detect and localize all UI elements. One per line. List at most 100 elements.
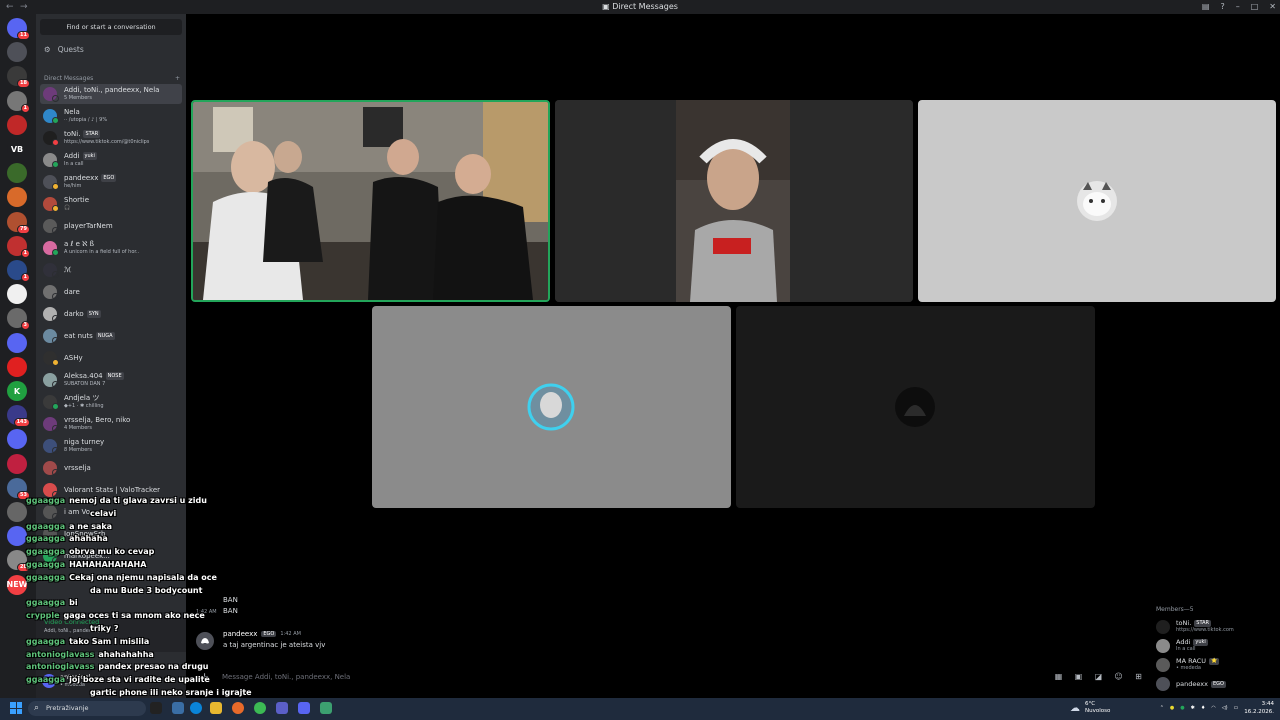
- server-icon[interactable]: [7, 526, 27, 547]
- dm-item[interactable]: darko SYN: [40, 304, 182, 324]
- dm-name: vrsselja: [64, 464, 91, 472]
- server-icon[interactable]: 3: [7, 308, 30, 331]
- server-icon[interactable]: [7, 284, 27, 305]
- server-icon[interactable]: [7, 114, 27, 135]
- maximize-icon[interactable]: □: [1251, 0, 1259, 14]
- apps-icon[interactable]: ⊞: [1133, 671, 1144, 682]
- member-item[interactable]: Addi yuki In a call: [1156, 637, 1280, 655]
- tray-app-icon[interactable]: ●: [1170, 705, 1174, 711]
- quests-nav-item[interactable]: ⚙ Quests: [44, 45, 84, 54]
- server-icon[interactable]: 11: [7, 18, 30, 40]
- edge-browser-icon[interactable]: [190, 702, 202, 714]
- inbox-icon[interactable]: ▤: [1202, 0, 1210, 14]
- quests-label: Quests: [57, 45, 84, 54]
- tray-chevron-icon[interactable]: ⌃: [1160, 705, 1164, 711]
- dm-item[interactable]: pandeexx EGO he/him: [40, 172, 182, 192]
- dm-item[interactable]: Shortie 🎧: [40, 194, 182, 214]
- server-icon[interactable]: NEW: [7, 574, 28, 595]
- member-status: • mededa: [1176, 665, 1201, 671]
- server-icon[interactable]: 1: [7, 260, 30, 282]
- member-item[interactable]: pandeexx EGO: [1156, 675, 1280, 693]
- dm-item[interactable]: toNi. STAR https://www.tiktok.com/@t0nicli…: [40, 128, 182, 148]
- video-tile-avatar-ring[interactable]: [372, 306, 731, 508]
- server-icon[interactable]: 18: [7, 66, 30, 89]
- window-title: ▣ Direct Messages: [602, 2, 678, 11]
- server-icon[interactable]: 79: [7, 211, 30, 234]
- dm-item[interactable]: Andjela ツ ◆+1 · ✱ chilling: [40, 392, 182, 412]
- server-icon[interactable]: 143: [7, 405, 30, 428]
- wifi-icon[interactable]: ◠: [1211, 705, 1215, 711]
- server-icon[interactable]: [7, 42, 27, 63]
- video-tile-webcam[interactable]: [555, 100, 913, 302]
- volume-icon[interactable]: ◁): [1222, 705, 1228, 711]
- dm-item[interactable]: eat nuts NUGA: [40, 326, 182, 346]
- overlay-chat-line: ggaagga a ne saka: [26, 522, 112, 531]
- dm-item[interactable]: ℳ: [40, 260, 182, 280]
- chrome-icon[interactable]: [254, 702, 266, 714]
- server-icon[interactable]: [7, 502, 27, 522]
- server-icon[interactable]: [7, 453, 27, 474]
- overlay-text: tako Sam I mislila: [69, 636, 150, 646]
- overlay-chat-line: crypple gaga oces ti sa mnom ako nece: [26, 611, 205, 620]
- teams-icon[interactable]: [276, 702, 288, 714]
- dm-item[interactable]: playerTarNem: [40, 216, 182, 236]
- tray-app-icon[interactable]: ●: [1180, 705, 1184, 711]
- find-conversation-button[interactable]: Find or start a conversation: [40, 19, 182, 35]
- taskbar-search[interactable]: Pretraživanje: [28, 701, 146, 716]
- server-icon[interactable]: K: [7, 381, 27, 401]
- app-taskbar-icon[interactable]: [320, 702, 332, 714]
- discord-avatar-icon[interactable]: [196, 632, 214, 650]
- server-icon[interactable]: 1: [7, 235, 30, 258]
- author-name[interactable]: pandeexx: [223, 630, 257, 638]
- media-app-icon[interactable]: [172, 702, 184, 714]
- microphone-icon[interactable]: ♦: [1201, 705, 1205, 711]
- firefox-icon[interactable]: [232, 702, 244, 714]
- windows-start-icon[interactable]: [10, 702, 22, 714]
- video-tile-avatar-cat[interactable]: [918, 100, 1276, 302]
- dm-item[interactable]: ASHy: [40, 348, 182, 368]
- dm-item[interactable]: vrsselja, Bero, niko 4 Members: [40, 414, 182, 434]
- author-timestamp: 1:42 AM: [280, 631, 301, 637]
- message-input[interactable]: [222, 671, 1022, 683]
- server-icon[interactable]: VB: [7, 139, 27, 159]
- dm-item[interactable]: Addi yuki In a call: [40, 150, 182, 170]
- member-item[interactable]: toNi. STAR https://www.tiktok.com: [1156, 618, 1280, 636]
- message-author[interactable]: pandeexx EGO 1:42 AM: [223, 630, 301, 638]
- member-item[interactable]: MA RACU ⭐ • mededa: [1156, 656, 1280, 674]
- gif-icon[interactable]: ▣: [1073, 671, 1084, 682]
- dm-item[interactable]: a ℓ e ℵ ßA unicorn in a field full of ho…: [40, 238, 182, 258]
- server-icon[interactable]: [7, 187, 27, 208]
- tray-app-icon[interactable]: ✱: [1191, 705, 1195, 711]
- dm-item[interactable]: Addi, toNi., pandeexx, Nela 5 Members: [40, 84, 182, 104]
- discord-taskbar-icon[interactable]: [298, 702, 310, 714]
- server-icon[interactable]: 53: [7, 477, 30, 500]
- dm-item[interactable]: Aleksa.404 NOSE SUBATON DAN 7: [40, 370, 182, 390]
- close-icon[interactable]: ✕: [1269, 0, 1276, 14]
- server-icon[interactable]: [7, 429, 27, 450]
- help-icon[interactable]: ?: [1220, 0, 1224, 14]
- server-icon[interactable]: [7, 163, 27, 184]
- server-icon[interactable]: [7, 332, 27, 353]
- add-dm-icon[interactable]: +: [175, 75, 180, 82]
- emoji-icon[interactable]: ☺: [1113, 671, 1124, 682]
- dm-item[interactable]: vrsselja: [40, 458, 182, 478]
- overlay-chat-line: ggaagga ahahaha: [26, 534, 108, 543]
- gift-icon[interactable]: ▦: [1053, 671, 1064, 682]
- dm-item[interactable]: niga turney 8 Members: [40, 436, 182, 456]
- minimize-icon[interactable]: –: [1236, 0, 1240, 14]
- video-tile-group[interactable]: [191, 100, 550, 302]
- battery-icon[interactable]: ▭: [1234, 705, 1239, 711]
- server-icon[interactable]: 28: [7, 550, 30, 573]
- clock[interactable]: 3:44 16.2.2026.: [1244, 700, 1274, 716]
- task-view-icon[interactable]: [150, 702, 162, 714]
- sticker-icon[interactable]: ◪: [1093, 671, 1104, 682]
- dm-item[interactable]: Nela ·· /utopia / ♪ | 9%: [40, 106, 182, 126]
- member-name: toNi.: [1176, 619, 1192, 627]
- server-icon[interactable]: 1: [7, 90, 30, 113]
- file-explorer-icon[interactable]: [210, 702, 222, 714]
- overlay-username: antonioglavass: [26, 649, 95, 659]
- video-tile-avatar-dark[interactable]: [736, 306, 1095, 508]
- dm-item[interactable]: dare: [40, 282, 182, 302]
- weather-widget[interactable]: ☁ 6°C Nuvoloso: [1070, 701, 1110, 715]
- server-icon[interactable]: [7, 356, 27, 377]
